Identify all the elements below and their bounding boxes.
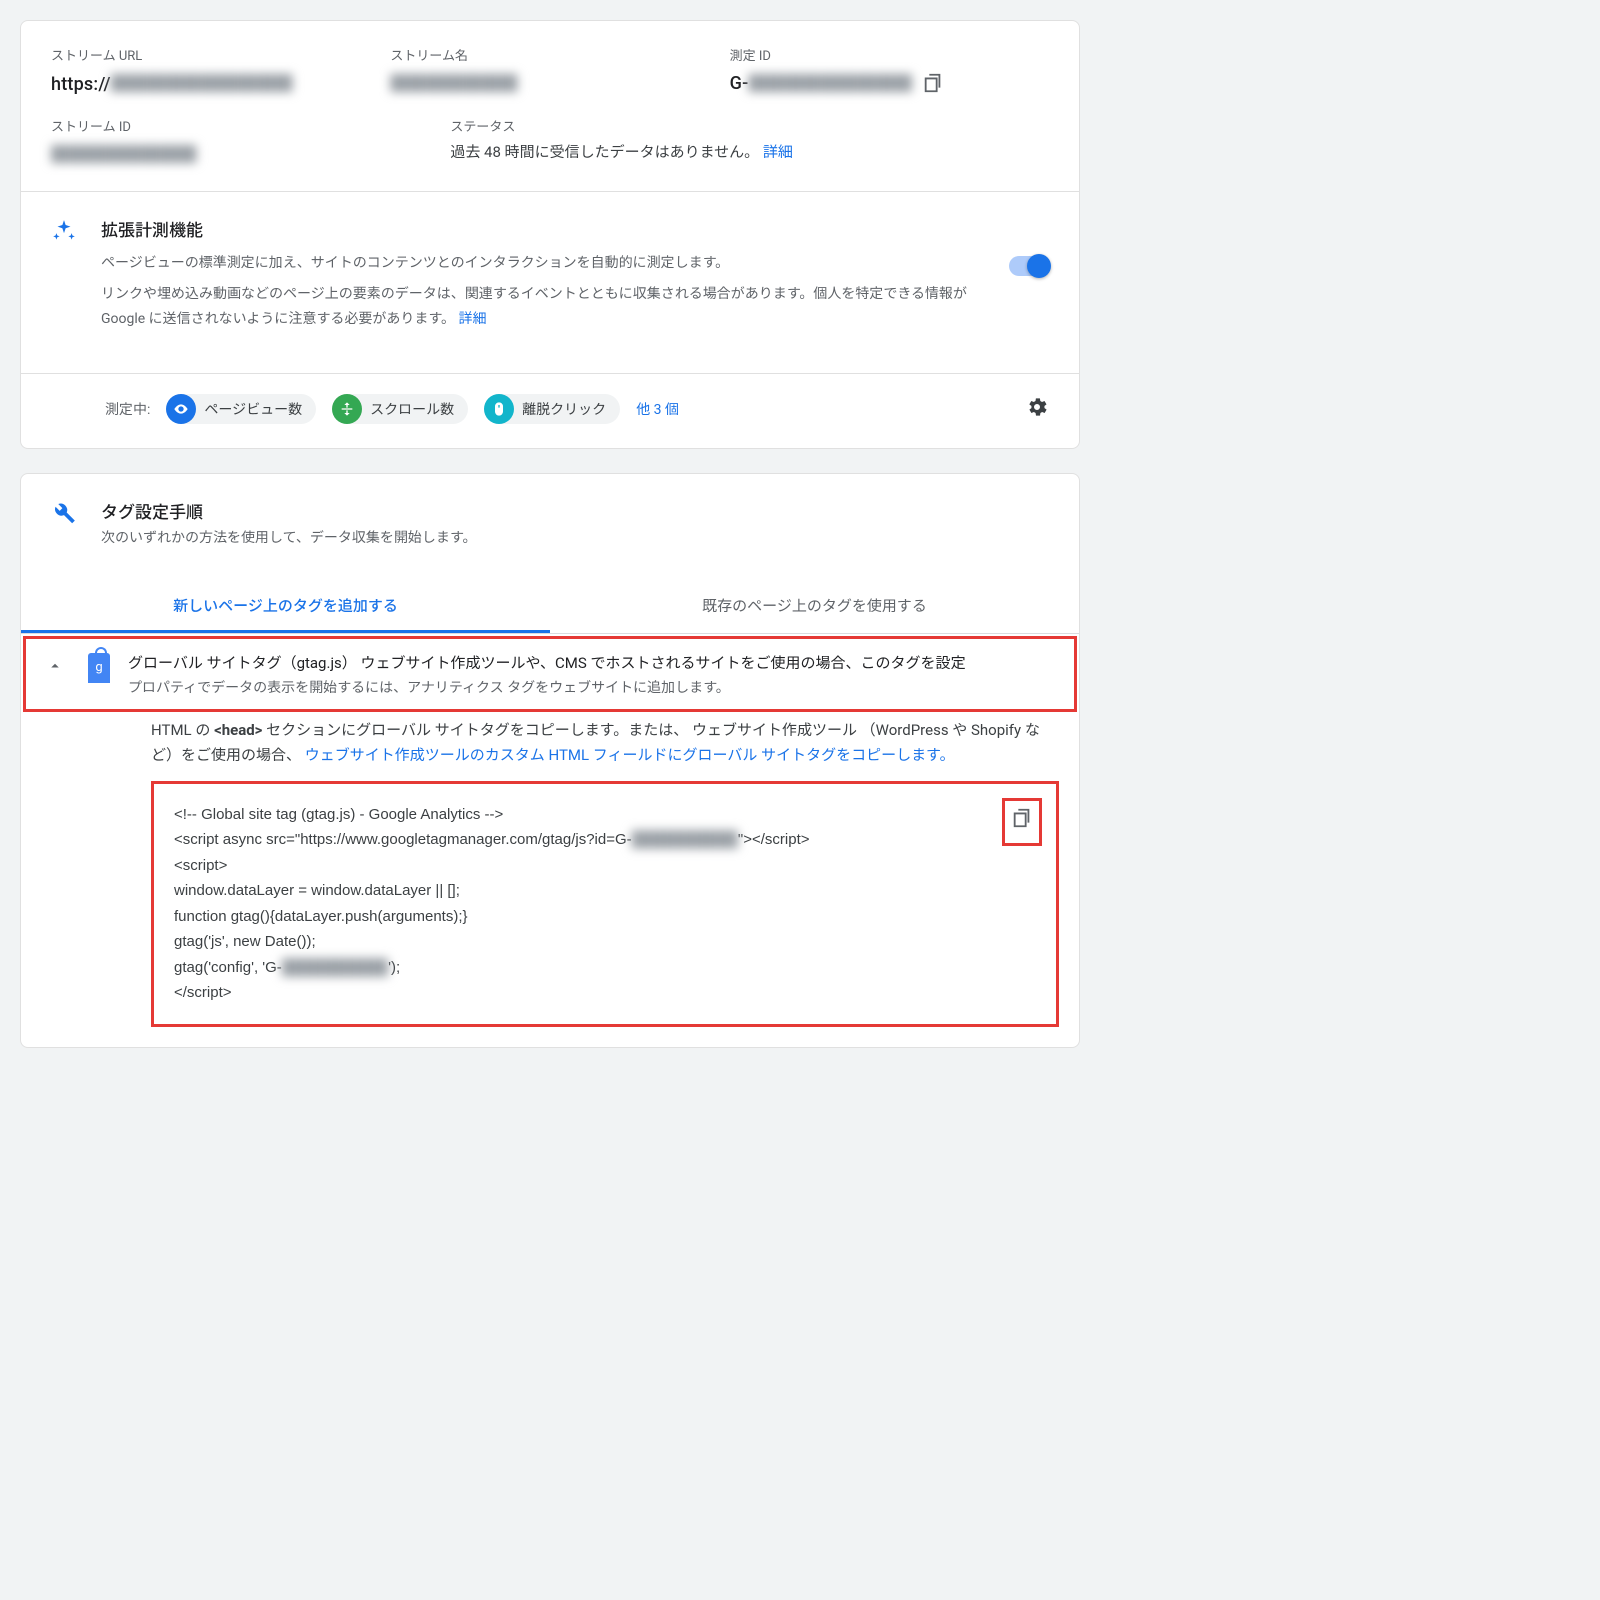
tagging-card: タグ設定手順 次のいずれかの方法を使用して、データ収集を開始します。 新しいペー…	[20, 473, 1080, 1048]
wrench-icon	[51, 500, 77, 532]
gear-icon	[1025, 395, 1049, 419]
status-field: ステータス 過去 48 時間に受信したデータはありません。 詳細	[450, 116, 1049, 167]
enhanced-desc-2: リンクや埋め込み動画などのページ上の要素のデータは、関連するイベントとともに収集…	[101, 282, 989, 332]
stream-id-label: ストリーム ID	[51, 116, 350, 135]
stream-name-label: ストリーム名	[390, 45, 709, 64]
status-details-link[interactable]: 詳細	[763, 143, 793, 161]
scroll-icon	[332, 394, 362, 424]
stream-url-field: ストリーム URL https://██████████	[51, 45, 370, 96]
chip-scroll: スクロール数	[332, 394, 468, 424]
chip-outbound: 離脱クリック	[484, 394, 620, 424]
sparkle-icon	[51, 216, 77, 249]
stream-url-label: ストリーム URL	[51, 45, 370, 64]
enhanced-title: 拡張計測機能	[101, 216, 989, 241]
copy-icon	[922, 72, 944, 94]
accordion-subtitle: プロパティでデータの表示を開始するには、アナリティクス タグをウェブサイトに追加…	[128, 677, 966, 697]
code-snippet[interactable]: <!-- Global site tag (gtag.js) - Google …	[151, 781, 1059, 1027]
eye-icon	[166, 394, 196, 424]
code-line: <script>	[174, 853, 1036, 879]
code-line: gtag('config', 'G-██████████');	[174, 955, 1036, 981]
code-line: function gtag(){dataLayer.push(arguments…	[174, 904, 1036, 930]
stream-id-field: ストリーム ID ████████	[51, 116, 350, 167]
code-line: <script async src="https://www.googletag…	[174, 827, 1036, 853]
measurement-id-field: 測定 ID G-█████████	[730, 45, 1049, 96]
settings-button[interactable]	[1025, 395, 1049, 423]
cms-help-link[interactable]: ウェブサイト作成ツールのカスタム HTML フィールドにグローバル サイトタグを…	[305, 746, 955, 764]
stream-url-value: https://██████████	[51, 70, 370, 96]
stream-id-value: ████████	[51, 141, 350, 167]
code-line: window.dataLayer = window.dataLayer || […	[174, 878, 1036, 904]
enhanced-toggle[interactable]	[1009, 256, 1049, 276]
stream-name-field: ストリーム名 ███████	[390, 45, 709, 96]
code-line: </script>	[174, 980, 1036, 1006]
status-label: ステータス	[450, 116, 1049, 135]
measuring-label: 測定中:	[105, 399, 150, 419]
tag-icon: g	[88, 653, 110, 683]
chevron-up-icon	[46, 657, 64, 675]
tag-sub: 次のいずれかの方法を使用して、データ収集を開始します。	[101, 527, 476, 547]
stream-name-value: ███████	[390, 70, 709, 96]
collapse-button[interactable]	[46, 657, 64, 680]
measurement-id-value: G-█████████	[730, 70, 1049, 96]
tag-title: タグ設定手順	[101, 498, 476, 523]
enhanced-desc-1: ページビューの標準測定に加え、サイトのコンテンツとのインタラクションを自動的に測…	[101, 251, 989, 276]
status-text: 過去 48 時間に受信したデータはありません。	[450, 143, 759, 161]
accordion-title: グローバル サイトタグ（gtag.js） ウェブサイト作成ツールや、CMS でホ…	[128, 651, 966, 675]
enhanced-details-link[interactable]: 詳細	[458, 311, 486, 327]
tab-new-tag[interactable]: 新しいページ上のタグを追加する	[21, 581, 550, 633]
code-line: gtag('js', new Date());	[174, 929, 1036, 955]
stream-details-card: ストリーム URL https://██████████ ストリーム名 ████…	[20, 20, 1080, 449]
mouse-icon	[484, 394, 514, 424]
code-line: <!-- Global site tag (gtag.js) - Google …	[174, 802, 1036, 828]
gtag-accordion-header: g グローバル サイトタグ（gtag.js） ウェブサイト作成ツールや、CMS …	[23, 636, 1077, 712]
more-chips-link[interactable]: 他 3 個	[636, 399, 679, 419]
copy-measurement-id-button[interactable]	[922, 72, 944, 94]
tab-existing-tag[interactable]: 既存のページ上のタグを使用する	[550, 581, 1079, 633]
copy-icon	[1011, 807, 1033, 829]
measurement-id-label: 測定 ID	[730, 45, 1049, 64]
accordion-body-text: HTML の <head> セクションにグローバル サイトタグをコピーします。ま…	[151, 718, 1059, 769]
chip-pageview: ページビュー数	[166, 394, 316, 424]
tag-tabs: 新しいページ上のタグを追加する 既存のページ上のタグを使用する	[21, 581, 1079, 634]
copy-code-button[interactable]	[1002, 798, 1042, 847]
